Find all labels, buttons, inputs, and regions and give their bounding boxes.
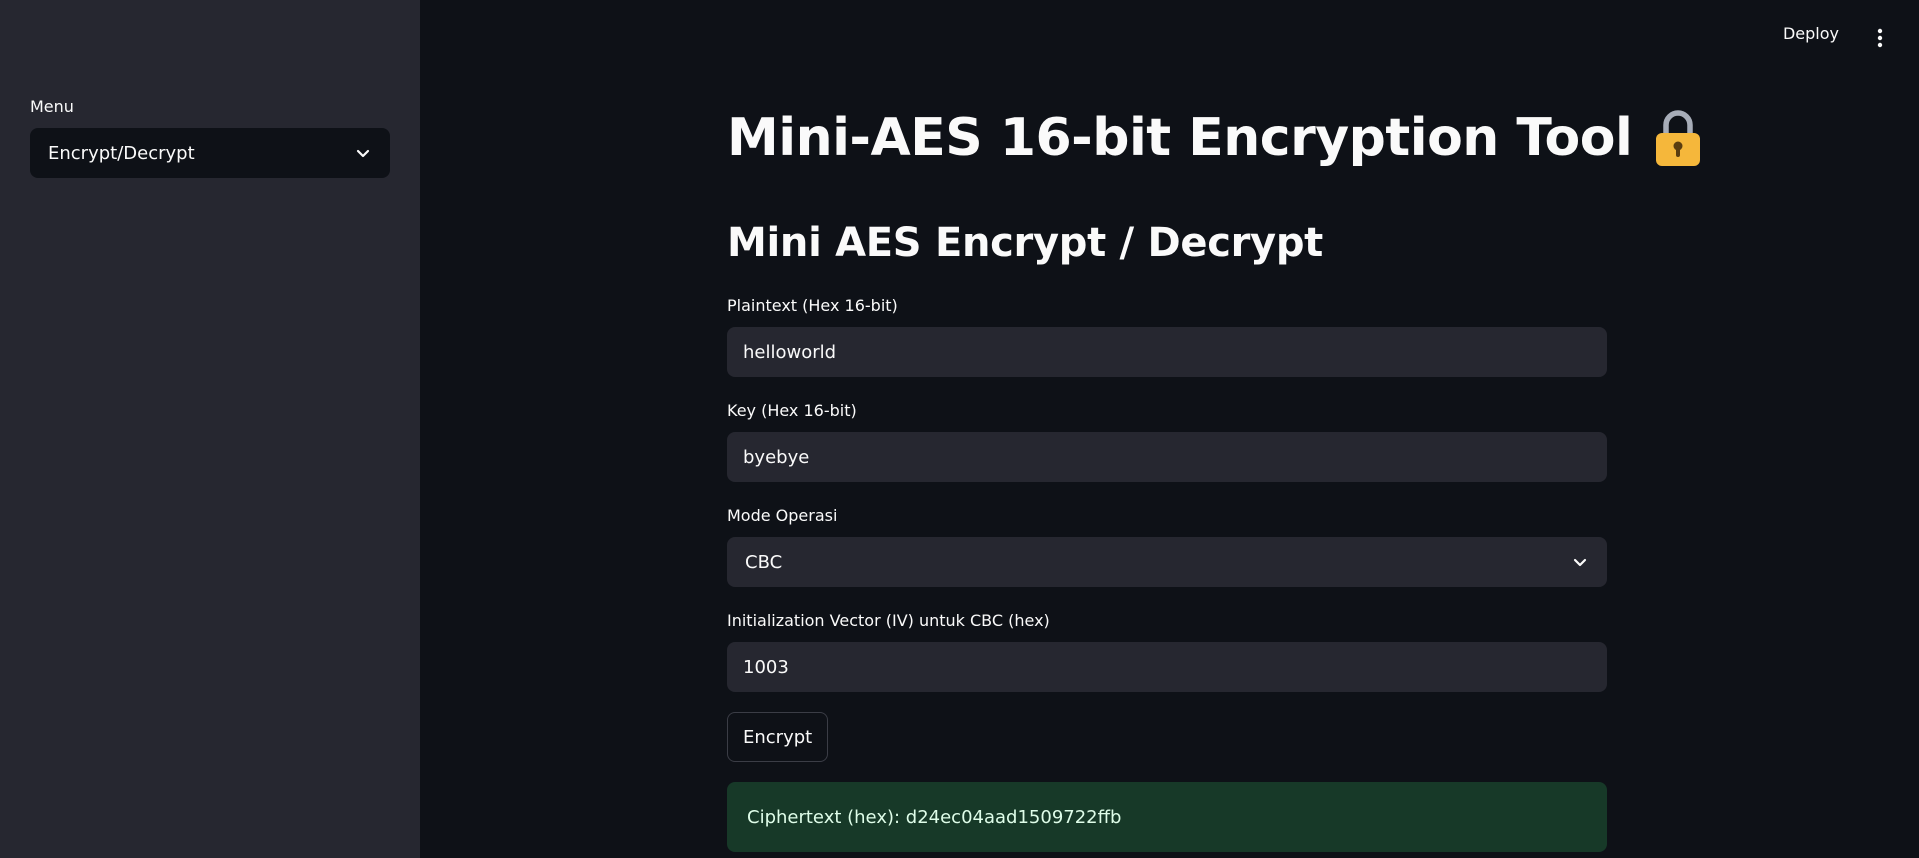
lock-icon [1656,110,1701,166]
plaintext-input[interactable] [727,327,1607,377]
iv-label: Initialization Vector (IV) untuk CBC (he… [727,611,1050,630]
mode-select-value: CBC [745,551,783,573]
key-label: Key (Hex 16-bit) [727,401,857,420]
mode-label: Mode Operasi [727,506,838,525]
mode-select[interactable]: CBC [727,537,1607,587]
top-toolbar: Deploy [420,0,1919,70]
menu-label: Menu [30,97,74,116]
deploy-button[interactable]: Deploy [1783,24,1839,43]
more-vertical-icon[interactable] [1877,28,1883,48]
iv-input[interactable] [727,642,1607,692]
encrypt-button[interactable]: Encrypt [727,712,829,762]
app-root: Menu Encrypt/Decrypt Deploy Mini-AES 16-… [0,0,1919,858]
ciphertext-result-alert: Ciphertext (hex): d24ec04aad1509722ffb [727,782,1607,852]
menu-select-value: Encrypt/Decrypt [48,142,195,164]
key-input[interactable] [727,432,1607,482]
plaintext-label: Plaintext (Hex 16-bit) [727,296,898,315]
page-title: Mini-AES 16-bit Encryption Tool [727,108,1702,168]
section-subheader: Mini AES Encrypt / Decrypt [727,220,1323,266]
menu-select[interactable]: Encrypt/Decrypt [30,128,390,178]
sidebar: Menu Encrypt/Decrypt [0,0,420,858]
ciphertext-result-text: Ciphertext (hex): d24ec04aad1509722ffb [747,806,1122,828]
page-title-text: Mini-AES 16-bit Encryption Tool [727,108,1633,168]
chevron-down-icon [356,149,370,158]
chevron-down-icon [1573,558,1587,567]
